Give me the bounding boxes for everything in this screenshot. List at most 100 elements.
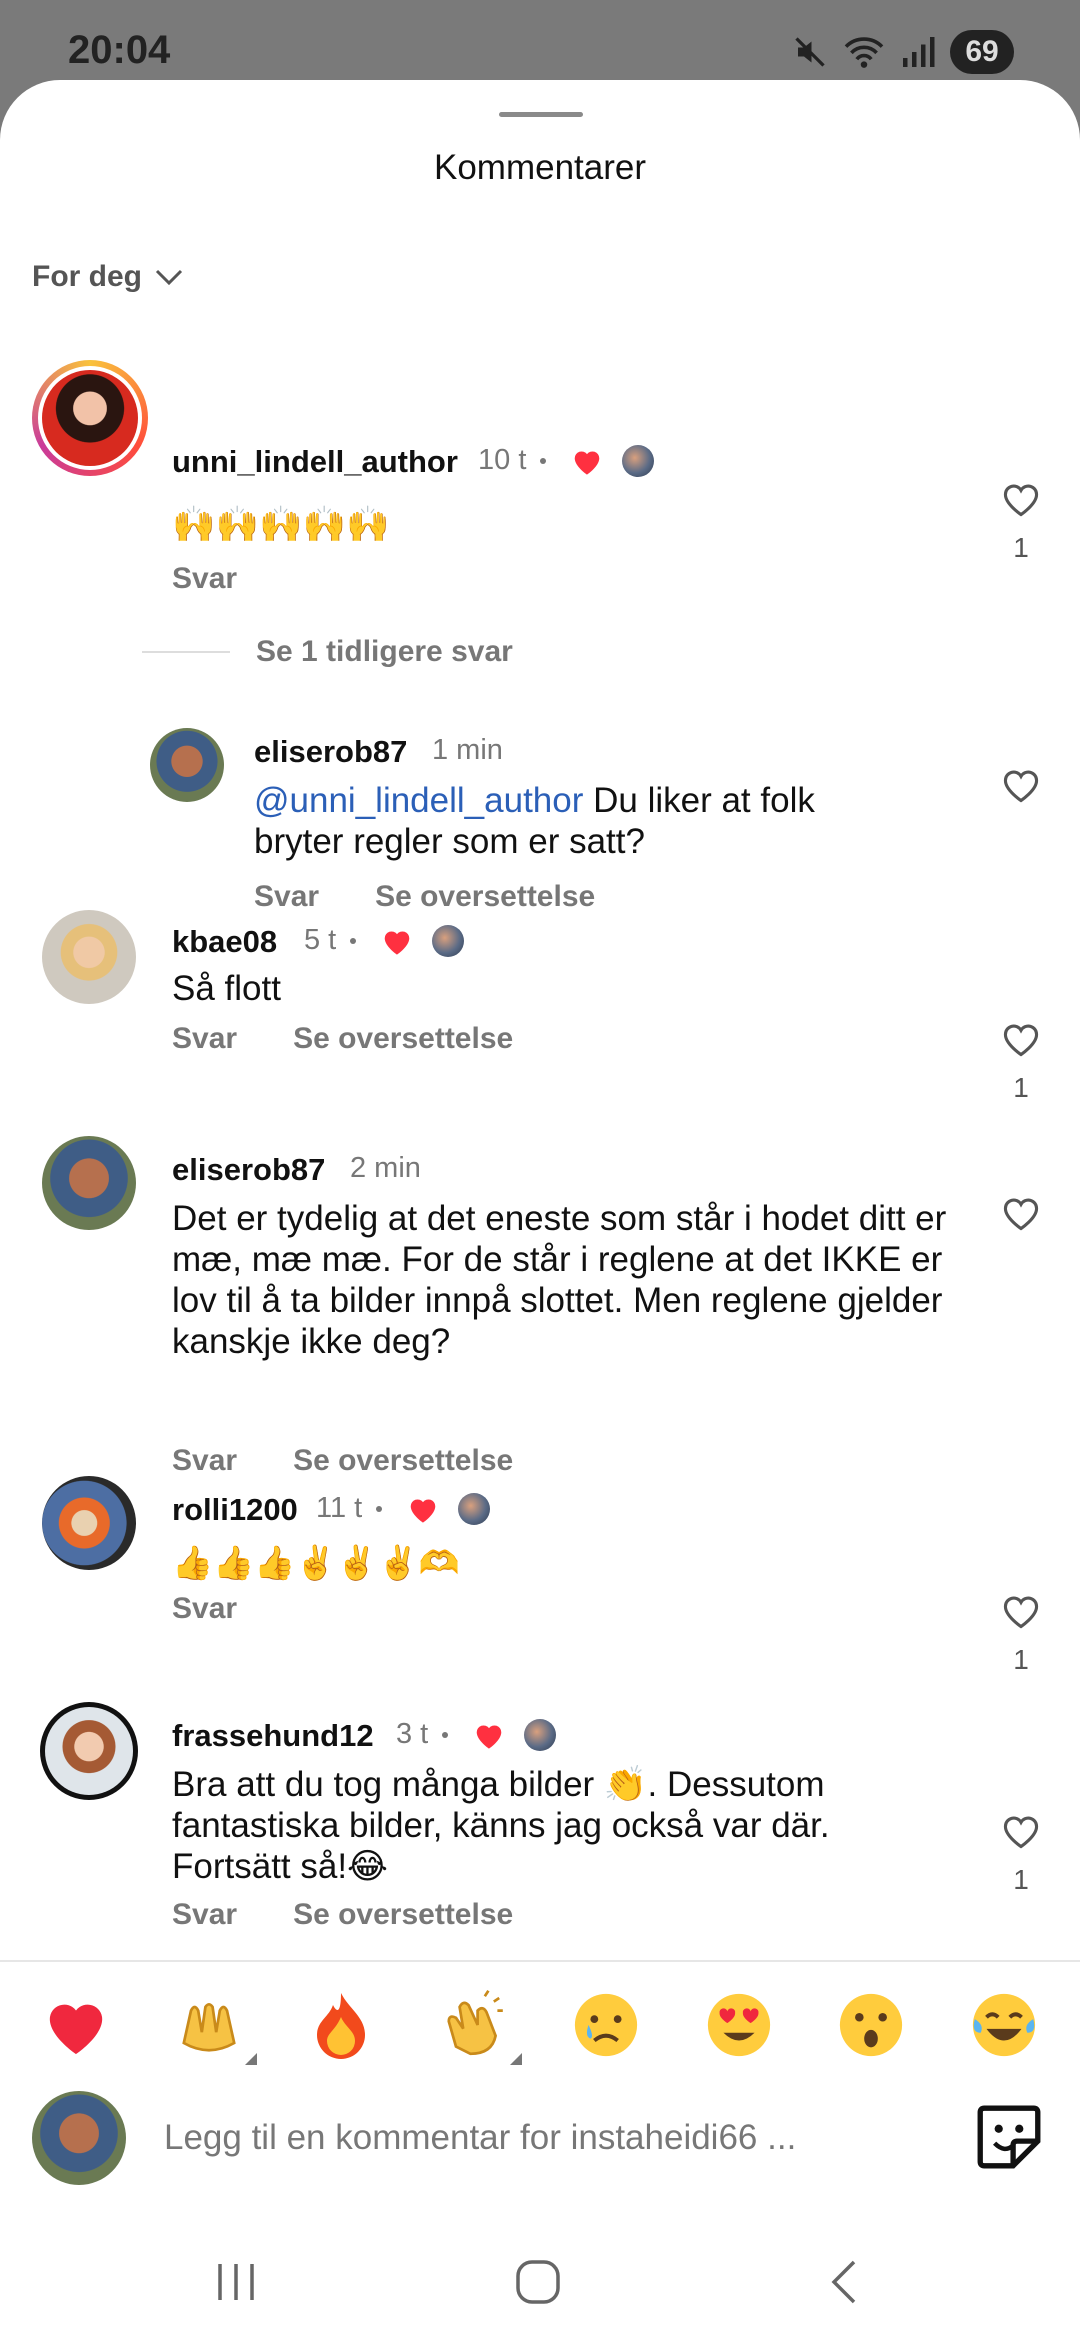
heart-outline-icon <box>1003 1024 1039 1057</box>
comment-username[interactable]: rolli1200 <box>172 1492 298 1528</box>
comments-sheet: Kommentarer For deg unni_lindell_author … <box>0 80 1080 2340</box>
comment-text: @unni_lindell_author Du liker at folk br… <box>254 780 894 862</box>
raised-hands-icon <box>181 2002 236 2052</box>
signal-icon <box>903 37 935 67</box>
divider <box>142 651 230 653</box>
like-count: 1 <box>1013 1644 1029 1675</box>
translate-button[interactable]: Se oversettelse <box>293 1898 513 1932</box>
emoji-surprised-button[interactable] <box>829 1983 913 2067</box>
comment-text: 🙌🙌🙌🙌🙌 <box>172 505 390 544</box>
emoji-crying-button[interactable] <box>564 1983 648 2067</box>
view-more-replies[interactable]: Se 1 tidligere svar <box>142 635 513 669</box>
avatar[interactable] <box>40 1702 138 1800</box>
comment-time: 11 t <box>316 1492 363 1524</box>
sticker-icon <box>977 2105 1041 2169</box>
reply-button[interactable]: Svar <box>172 1022 237 1056</box>
reply-button[interactable]: Svar <box>254 880 319 914</box>
comment-actions: Svar <box>172 1592 237 1626</box>
emoji-raised-hands-button[interactable] <box>167 1983 257 2067</box>
author-liked-heart-icon <box>410 1498 436 1523</box>
heart-outline-icon <box>1003 1816 1039 1849</box>
reply-button[interactable]: Svar <box>172 562 237 596</box>
comment-time: 5 t <box>304 924 337 956</box>
chevron-down-icon <box>155 269 183 286</box>
like-button[interactable]: 1 <box>996 1020 1046 1104</box>
emoji-tears-of-joy-button[interactable] <box>962 1983 1046 2067</box>
comment-input-row <box>0 2088 1080 2188</box>
comment-actions: Svar Se oversettelse <box>172 1022 513 1056</box>
comment-meta: 2 min <box>350 1152 421 1185</box>
recent-apps-icon <box>218 2264 254 2300</box>
comment-actions: Svar Se oversettelse <box>254 880 595 914</box>
avatar[interactable] <box>42 910 136 1004</box>
avatar[interactable] <box>42 1476 136 1570</box>
author-liked-heart-icon <box>476 1724 502 1749</box>
home-icon <box>516 2260 560 2304</box>
comment-time: 10 t <box>478 444 527 476</box>
comment-text: Det er tydelig at det eneste som står i … <box>172 1199 947 1361</box>
author-liked-heart-icon <box>575 450 600 475</box>
back-button[interactable] <box>804 2252 884 2312</box>
like-button[interactable]: 1 <box>996 1812 1046 1896</box>
like-count: 1 <box>1013 532 1029 563</box>
comment-meta: 10 t <box>478 444 655 477</box>
crying-face-icon <box>575 1993 638 2057</box>
wifi-icon <box>844 37 884 68</box>
heart-outline-icon <box>1003 484 1039 517</box>
heart-eyes-icon <box>707 1993 770 2057</box>
comment-username[interactable]: unni_lindell_author <box>172 444 458 480</box>
emoji-heart-eyes-button[interactable] <box>697 1983 781 2067</box>
comment-time: 3 t <box>396 1718 429 1750</box>
current-user-avatar <box>32 2091 126 2185</box>
filter-dropdown[interactable]: For deg <box>32 260 184 294</box>
comment-text: 👍👍👍✌️✌️✌️🫶 <box>172 1544 460 1581</box>
like-button[interactable] <box>996 766 1046 804</box>
comment-username[interactable]: frassehund12 <box>172 1718 374 1754</box>
author-avatar-mini <box>622 444 655 477</box>
author-avatar-mini <box>458 1492 491 1525</box>
avatar[interactable] <box>32 360 148 476</box>
filter-label: For deg <box>32 260 142 293</box>
comment-username[interactable]: kbae08 <box>172 924 277 960</box>
comment-actions: Svar <box>172 562 237 596</box>
view-more-replies-label: Se 1 tidligere svar <box>256 635 513 668</box>
status-icons: 69 <box>792 30 1014 74</box>
home-button[interactable] <box>498 2252 578 2312</box>
author-avatar-mini <box>432 924 465 957</box>
author-liked-heart-icon <box>384 930 410 955</box>
recent-apps-button[interactable] <box>196 2252 276 2312</box>
translate-button[interactable]: Se oversettelse <box>293 1022 513 1056</box>
heart-outline-icon <box>1003 770 1039 803</box>
like-button[interactable] <box>996 1194 1046 1232</box>
comment-username[interactable]: eliserob87 <box>172 1152 325 1188</box>
mention-link[interactable]: @unni_lindell_author <box>254 781 583 820</box>
translate-button[interactable]: Se oversettelse <box>375 880 595 914</box>
drag-handle[interactable] <box>499 112 583 117</box>
emoji-heart-button[interactable] <box>34 1983 118 2067</box>
comment-meta: 1 min <box>432 734 503 767</box>
comment-username[interactable]: eliserob87 <box>254 734 407 770</box>
avatar[interactable] <box>42 1136 136 1230</box>
heart-outline-icon <box>1003 1198 1039 1231</box>
reply-button[interactable]: Svar <box>172 1592 237 1626</box>
reply-button[interactable]: Svar <box>172 1444 237 1478</box>
heart-icon <box>49 2004 103 2055</box>
like-button[interactable]: 1 <box>996 480 1046 564</box>
status-time: 20:04 <box>68 28 171 72</box>
battery-indicator: 69 <box>950 30 1014 74</box>
reply-button[interactable]: Svar <box>172 1898 237 1932</box>
mute-icon <box>795 37 825 67</box>
comment-meta: 3 t <box>396 1718 557 1751</box>
translate-button[interactable]: Se oversettelse <box>293 1444 513 1478</box>
sticker-button[interactable] <box>972 2100 1046 2174</box>
like-button[interactable]: 1 <box>996 1592 1046 1676</box>
emoji-clapping-button[interactable] <box>432 1983 522 2067</box>
tears-of-joy-icon <box>972 1993 1036 2057</box>
comment-input[interactable] <box>164 2108 884 2168</box>
comment-time: 1 min <box>432 734 503 766</box>
emoji-fire-button[interactable] <box>299 1983 383 2067</box>
comment-meta: 5 t <box>304 924 465 957</box>
comment-time: 2 min <box>350 1152 421 1184</box>
avatar[interactable] <box>150 728 224 802</box>
sheet-title: Kommentarer <box>433 148 647 187</box>
